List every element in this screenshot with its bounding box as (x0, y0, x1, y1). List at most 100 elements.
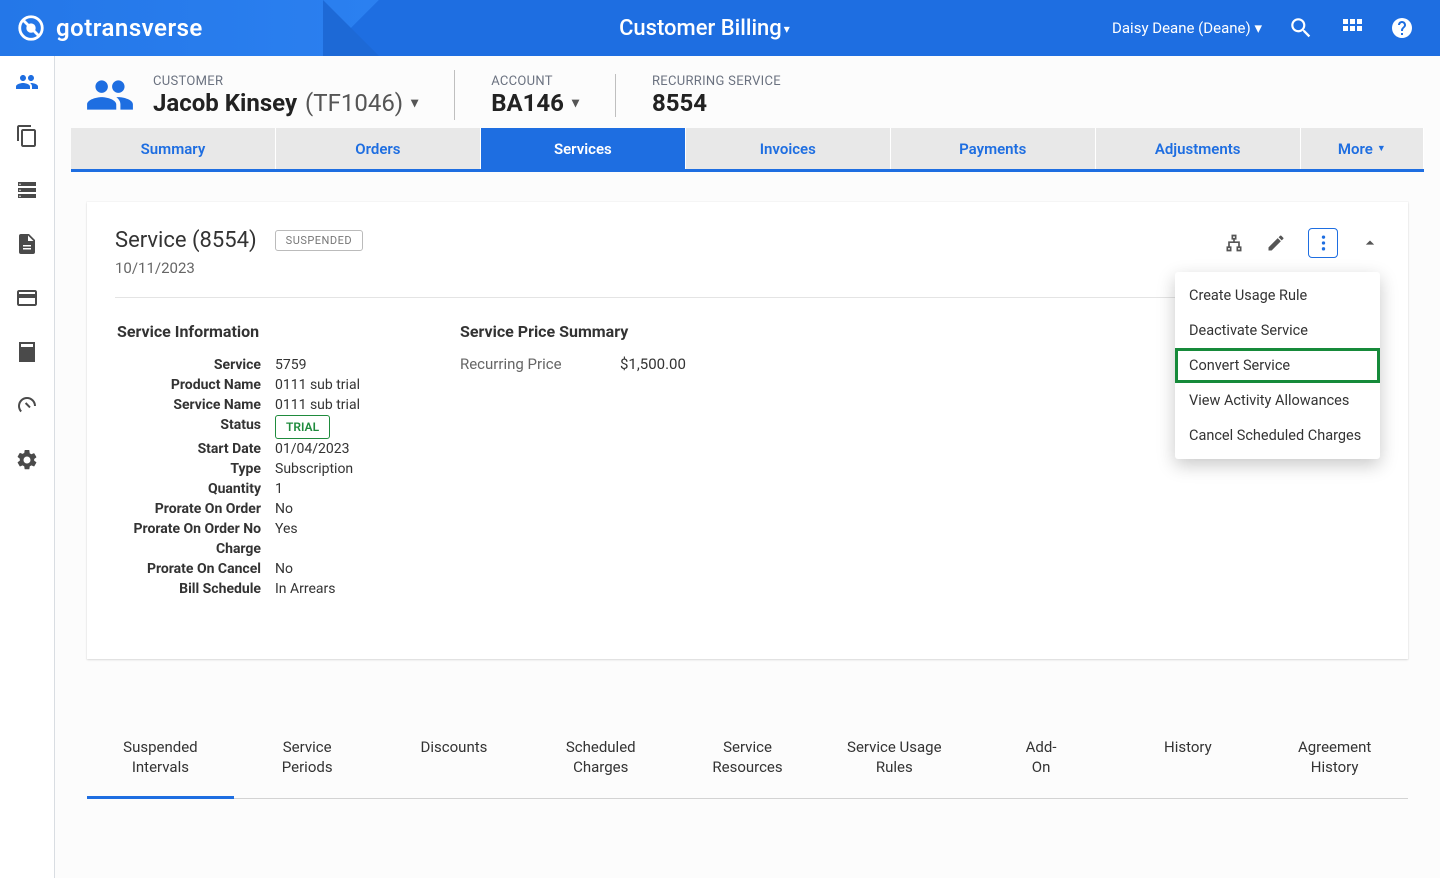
info-value: No (275, 499, 293, 519)
info-value: 01/04/2023 (275, 439, 350, 459)
info-value: 0111 sub trial (275, 375, 360, 395)
customer-label: CUSTOMER (153, 74, 418, 89)
breadcrumb-account: ACCOUNT BA146 ▾ (491, 74, 616, 117)
info-key: Start Date (117, 439, 275, 459)
tab-payments[interactable]: Payments (891, 128, 1096, 169)
user-name: Daisy Deane (Deane) (1112, 19, 1251, 37)
account-label: ACCOUNT (491, 74, 579, 89)
help-icon[interactable] (1390, 16, 1414, 40)
hierarchy-icon[interactable] (1224, 233, 1244, 253)
subtab-service-resources[interactable]: ServiceResources (674, 719, 821, 798)
module-switcher[interactable]: Customer Billing▾ (323, 16, 1086, 41)
tab-summary[interactable]: Summary (71, 128, 276, 169)
copy-icon[interactable] (15, 124, 39, 148)
status-pill: TRIAL (275, 415, 330, 439)
customers-icon (85, 70, 135, 120)
menu-item-convert-service[interactable]: Convert Service (1175, 348, 1380, 383)
subtab-suspended-intervals[interactable]: SuspendedIntervals (87, 719, 234, 799)
subtab-scheduled-charges[interactable]: ScheduledCharges (527, 719, 674, 798)
account-switcher[interactable]: BA146 ▾ (491, 89, 579, 117)
customer-code: (TF1046) (305, 89, 403, 117)
chevron-down-icon: ▾ (572, 95, 579, 111)
customer-switcher[interactable]: Jacob Kinsey (TF1046) ▾ (153, 89, 418, 117)
info-row: Bill ScheduleIn Arrears (117, 579, 360, 599)
price-key: Recurring Price (460, 355, 620, 373)
customer-name: Jacob Kinsey (153, 89, 297, 117)
menu-item-create-usage-rule[interactable]: Create Usage Rule (1175, 278, 1380, 313)
account-value: BA146 (491, 89, 564, 117)
breadcrumb-recurring: RECURRING SERVICE 8554 (652, 74, 817, 117)
menu-item-cancel-scheduled-charges[interactable]: Cancel Scheduled Charges (1175, 418, 1380, 453)
recurring-label: RECURRING SERVICE (652, 74, 781, 89)
service-date: 10/11/2023 (115, 259, 363, 277)
info-key: Prorate On Order No Charge (117, 519, 275, 559)
info-value: Subscription (275, 459, 353, 479)
subtab-agreement-history[interactable]: AgreementHistory (1261, 719, 1408, 798)
chevron-up-icon[interactable] (1360, 233, 1380, 253)
tab-services[interactable]: Services (481, 128, 686, 169)
module-label: Customer Billing (619, 16, 782, 41)
server-icon[interactable] (15, 178, 39, 202)
edit-icon[interactable] (1266, 233, 1286, 253)
info-value: Yes (275, 519, 298, 559)
price-summary-col: Service Price Summary Recurring Price$1,… (460, 322, 686, 599)
actions-dropdown: Create Usage RuleDeactivate ServiceConve… (1175, 272, 1380, 459)
recurring-value: 8554 (652, 89, 781, 117)
tab-orders[interactable]: Orders (276, 128, 481, 169)
calculator-icon[interactable] (15, 340, 39, 364)
info-value: TRIAL (275, 415, 330, 439)
info-value: 0111 sub trial (275, 395, 360, 415)
settings-icon[interactable] (15, 448, 39, 472)
info-row: Prorate On CancelNo (117, 559, 360, 579)
brand-logo[interactable]: gotransverse (16, 13, 203, 43)
info-key: Status (117, 415, 275, 439)
user-menu[interactable]: Daisy Deane (Deane) ▾ (1112, 19, 1262, 37)
info-value: 1 (275, 479, 283, 499)
header-right: Daisy Deane (Deane) ▾ (1086, 15, 1440, 41)
info-key: Prorate On Cancel (117, 559, 275, 579)
apps-icon[interactable] (1340, 16, 1364, 40)
info-row: Service Name0111 sub trial (117, 395, 360, 415)
info-key: Product Name (117, 375, 275, 395)
tab-more[interactable]: More ▼ (1301, 128, 1424, 169)
subtab-service-periods[interactable]: ServicePeriods (234, 719, 381, 798)
info-key: Bill Schedule (117, 579, 275, 599)
tab-adjustments[interactable]: Adjustments (1096, 128, 1301, 169)
payment-icon[interactable] (15, 286, 39, 310)
chevron-down-icon: ▾ (784, 22, 790, 36)
price-value: $1,500.00 (620, 355, 686, 373)
chevron-down-icon: ▼ (1377, 143, 1386, 154)
info-row: Prorate On Order No ChargeYes (117, 519, 360, 559)
info-key: Type (117, 459, 275, 479)
menu-item-deactivate-service[interactable]: Deactivate Service (1175, 313, 1380, 348)
chevron-down-icon: ▾ (1254, 19, 1262, 37)
search-icon[interactable] (1288, 15, 1314, 41)
brand-icon (16, 13, 46, 43)
service-info-heading: Service Information (117, 322, 360, 341)
customers-icon[interactable] (15, 70, 39, 94)
info-row: Product Name0111 sub trial (117, 375, 360, 395)
info-key: Prorate On Order (117, 499, 275, 519)
info-key: Service (117, 355, 275, 375)
info-row: Quantity1 (117, 479, 360, 499)
subtab-history[interactable]: History (1114, 719, 1261, 798)
subtab-service-usage-rules[interactable]: Service UsageRules (821, 719, 968, 798)
more-actions-button[interactable] (1308, 228, 1338, 258)
subtab-discounts[interactable]: Discounts (381, 719, 528, 798)
info-row: Service5759 (117, 355, 360, 375)
info-row: TypeSubscription (117, 459, 360, 479)
brand-area: gotransverse (0, 0, 323, 56)
service-info-col: Service Information Service5759Product N… (117, 322, 360, 599)
menu-item-view-activity-allowances[interactable]: View Activity Allowances (1175, 383, 1380, 418)
info-key: Service Name (117, 395, 275, 415)
tab-invoices[interactable]: Invoices (686, 128, 891, 169)
subtab-add-on[interactable]: Add-On (968, 719, 1115, 798)
breadcrumb: CUSTOMER Jacob Kinsey (TF1046) ▾ ACCOUNT… (71, 56, 1424, 128)
document-icon[interactable] (15, 232, 39, 256)
service-title: Service (8554) (115, 228, 257, 253)
info-value: In Arrears (275, 579, 336, 599)
price-row: Recurring Price$1,500.00 (460, 355, 686, 373)
price-heading: Service Price Summary (460, 322, 686, 341)
dashboard-icon[interactable] (15, 394, 39, 418)
chevron-down-icon: ▾ (411, 95, 418, 111)
